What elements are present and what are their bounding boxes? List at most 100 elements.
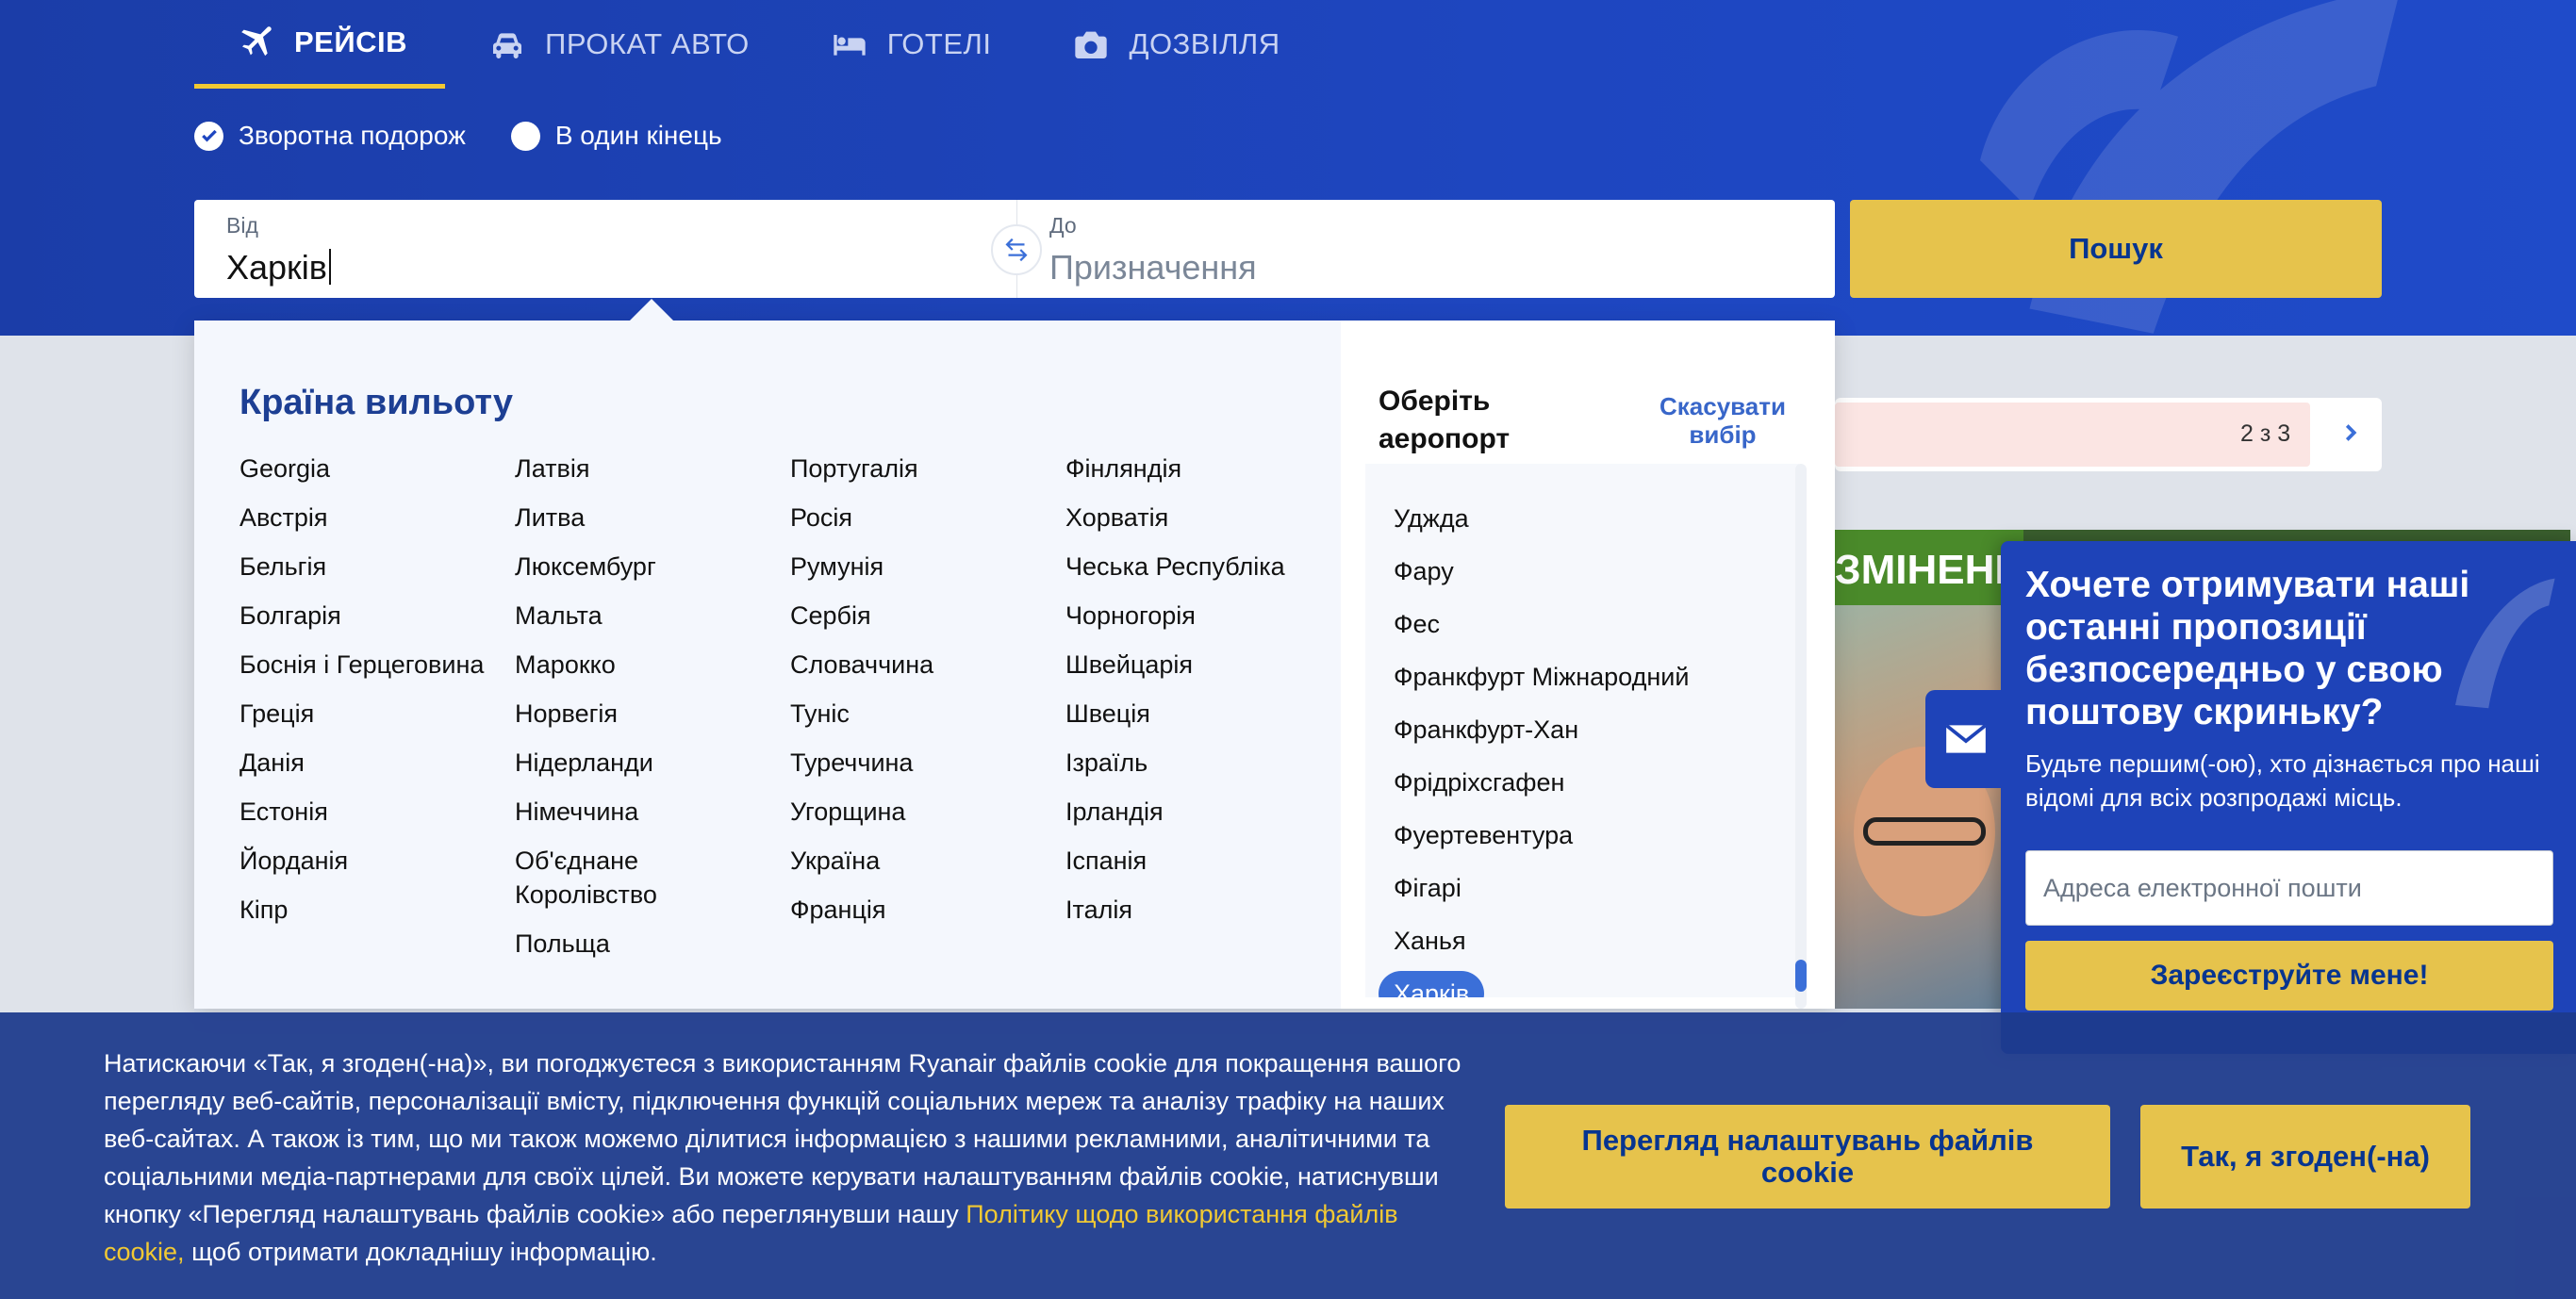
list-item-cut — [1365, 464, 1799, 492]
tab-hotels-label: ГОТЕЛІ — [886, 27, 992, 60]
country-item[interactable]: Португалія — [790, 452, 1054, 485]
airport-item[interactable]: Ханья — [1365, 914, 1799, 967]
to-field[interactable]: До Призначення — [1016, 200, 1835, 298]
country-item[interactable]: Марокко — [515, 648, 779, 682]
banner-headline: ЗМІНЕННЯ — [1835, 530, 2055, 605]
cookie-accept-button[interactable]: Так, я згоден(-на) — [2140, 1105, 2470, 1209]
country-item[interactable]: Сербія — [790, 599, 1054, 633]
newsletter-tab[interactable] — [1925, 690, 2006, 788]
tab-car-hire[interactable]: ПРОКАТ АВТО — [445, 0, 787, 89]
newsletter-subscribe-button[interactable]: Зареєструйте мене! — [2025, 941, 2553, 1011]
country-item[interactable]: Польща — [515, 927, 779, 961]
country-item[interactable]: Україна — [790, 844, 1054, 878]
plane-icon — [241, 25, 272, 56]
tab-activities[interactable]: ДОЗВІЛЛЯ — [1029, 0, 1317, 89]
newsletter-email-input[interactable] — [2025, 850, 2553, 926]
country-item[interactable]: Кіпр — [239, 893, 504, 927]
carousel-item — [1835, 403, 2310, 467]
country-item[interactable]: Georgia — [239, 452, 504, 485]
country-item[interactable]: Румунія — [790, 550, 1054, 584]
tab-car-hire-label: ПРОКАТ АВТО — [545, 27, 750, 60]
text-cursor — [328, 249, 331, 285]
airport-item[interactable]: Франкфурт-Хан — [1365, 703, 1799, 756]
airport-panel-title: Оберіть аеропорт — [1379, 386, 1511, 454]
country-item[interactable]: Литва — [515, 501, 779, 534]
airport-item-label: Фару — [1394, 557, 1454, 585]
one-way-radio[interactable]: В один кінець — [510, 121, 722, 151]
newsletter-popup: Хочете отримувати наші останні пропозиці… — [1925, 541, 2576, 1054]
country-item[interactable]: Хорватія — [1065, 501, 1329, 534]
airport-item-label: Франкфурт-Хан — [1394, 715, 1579, 744]
newsletter-title: Хочете отримувати наші останні пропозиці… — [2025, 565, 2470, 732]
airport-item-label: Фігарі — [1394, 874, 1461, 902]
country-item[interactable]: Туніс — [790, 697, 1054, 731]
carousel-strip: 2 з 3 — [1835, 398, 2382, 471]
country-item[interactable]: Туреччина — [790, 746, 1054, 780]
country-item[interactable]: Ізраїль — [1065, 746, 1329, 780]
country-item[interactable]: Австрія — [239, 501, 504, 534]
from-input[interactable]: Харків — [226, 248, 1016, 288]
country-item[interactable]: Росія — [790, 501, 1054, 534]
country-item[interactable]: Нідерланди — [515, 746, 779, 780]
airport-item[interactable]: Харків — [1365, 967, 1799, 997]
country-panel: Країна вильоту Georgia Австрія Бельгія Болг… — [194, 321, 1341, 1009]
country-item[interactable]: Йорданія — [239, 844, 504, 878]
from-value: Харків — [226, 248, 327, 287]
country-item[interactable]: Об'єднане Королівство — [515, 844, 779, 912]
to-input[interactable]: Призначення — [1049, 248, 1835, 288]
country-item[interactable]: Бельгія — [239, 550, 504, 584]
cookie-settings-button[interactable]: Перегляд налаштувань файлів cookie — [1505, 1105, 2110, 1209]
airport-item-label: Ханья — [1394, 927, 1466, 955]
country-item[interactable]: Угорщина — [790, 795, 1054, 829]
airport-item-label: Франкфурт Міжнародний — [1394, 663, 1690, 691]
country-item[interactable]: Франція — [790, 893, 1054, 927]
airport-item[interactable]: Фес — [1365, 598, 1799, 650]
departure-dropdown: Країна вильоту Georgia Австрія Бельгія Болг… — [194, 298, 1835, 1009]
country-item[interactable]: Норвегія — [515, 697, 779, 731]
tab-flights[interactable]: РЕЙСІВ — [194, 0, 446, 89]
country-column: Португалія Росія Румунія Сербія Словаччина Ту… — [790, 452, 1065, 976]
country-item[interactable]: Мальта — [515, 599, 779, 633]
country-item[interactable]: Німеччина — [515, 795, 779, 829]
tab-flights-label: РЕЙСІВ — [294, 25, 408, 58]
country-item[interactable]: Ірландія — [1065, 795, 1329, 829]
country-item[interactable]: Швейцарія — [1065, 648, 1329, 682]
country-item[interactable]: Фінляндія — [1065, 452, 1329, 485]
country-item[interactable]: Італія — [1065, 893, 1329, 927]
airport-item[interactable]: Фрідріхсгафен — [1365, 756, 1799, 809]
airport-item[interactable]: Франкфурт Міжнародний — [1365, 650, 1799, 703]
country-item[interactable]: Данія — [239, 746, 504, 780]
country-column: Georgia Австрія Бельгія Болгарія Боснія і Ге… — [239, 452, 515, 976]
airport-item-label: Удждa — [1394, 504, 1469, 533]
return-trip-radio[interactable]: Зворотна подорож — [194, 121, 466, 151]
airport-list[interactable]: Удждa Фару Фес Франкфурт Міжнародний Франкфу… — [1365, 464, 1799, 997]
airport-item[interactable]: Фігарі — [1365, 862, 1799, 914]
camera-icon — [1075, 31, 1108, 58]
search-button[interactable]: Пошук — [1850, 200, 2382, 298]
airport-item-label: Фрідріхсгафен — [1394, 768, 1565, 797]
country-item[interactable]: Словаччина — [790, 648, 1054, 682]
clear-selection-button[interactable]: Скасувати вибір — [1643, 392, 1803, 449]
country-item[interactable]: Люксембург — [515, 550, 779, 584]
scrollbar-thumb[interactable] — [1795, 960, 1807, 992]
country-item[interactable]: Латвія — [515, 452, 779, 485]
country-item[interactable]: Швеція — [1065, 697, 1329, 731]
country-item[interactable]: Греція — [239, 697, 504, 731]
country-item[interactable]: Чеська Республіка — [1065, 550, 1329, 584]
airport-item[interactable]: Фару — [1365, 545, 1799, 598]
airport-item[interactable]: Фуертевентура — [1365, 809, 1799, 862]
newsletter-text: Будьте першим(-ою), хто дізнається про н… — [2025, 749, 2540, 812]
country-item[interactable]: Естонія — [239, 795, 504, 829]
country-item[interactable]: Боснія і Герцеговина — [239, 648, 504, 682]
country-item[interactable]: Чорногорія — [1065, 599, 1329, 633]
hero-header: РЕЙСІВ ПРОКАТ АВТО ГОТЕЛІ ДОЗВІЛЛЯ Зворо… — [0, 0, 2576, 336]
tab-hotels[interactable]: ГОТЕЛІ — [787, 0, 1030, 89]
country-item[interactable]: Іспанія — [1065, 844, 1329, 878]
swap-airports-button[interactable] — [991, 224, 1042, 275]
airport-item[interactable]: Удждa — [1365, 492, 1799, 545]
airport-item-label: Фуертевентура — [1394, 821, 1574, 849]
country-item[interactable]: Болгарія — [239, 599, 504, 633]
chevron-right-icon[interactable] — [2337, 419, 2365, 447]
from-field[interactable]: Від Харків — [194, 200, 1016, 298]
airport-scrollbar[interactable] — [1795, 464, 1807, 1009]
